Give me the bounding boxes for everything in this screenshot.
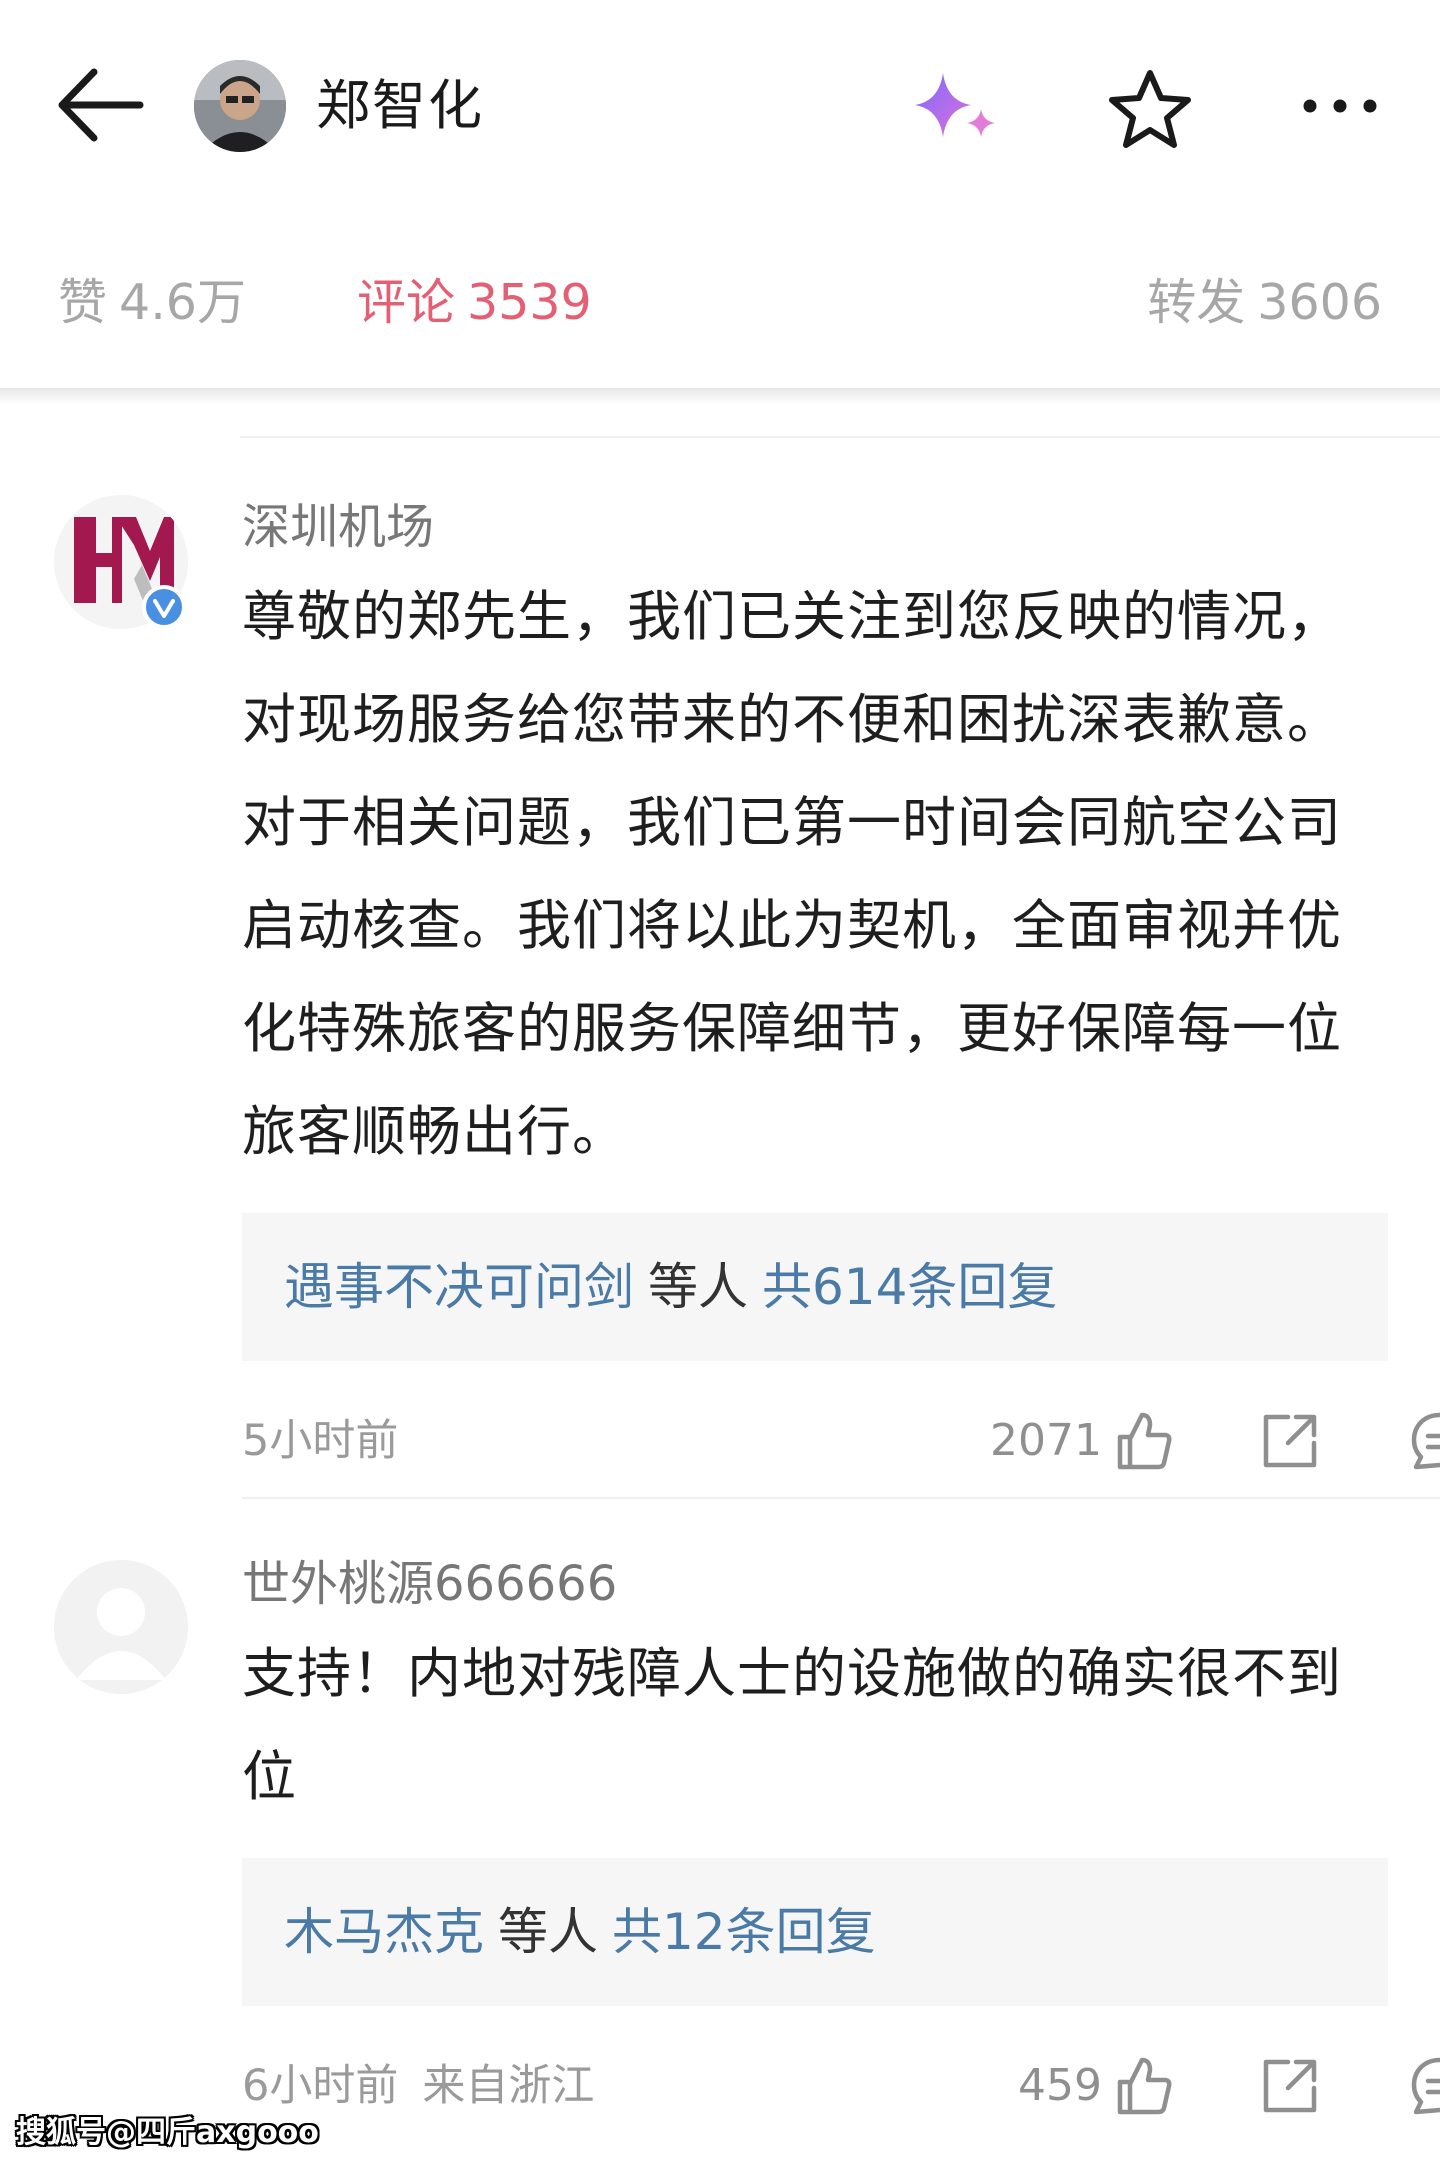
comment-time: 5小时前: [242, 1401, 398, 1481]
like-count: 2071: [990, 1415, 1102, 1466]
thumbs-up-icon[interactable]: [1112, 2054, 1176, 2118]
reply-mid: 等人: [498, 1903, 598, 1961]
share-icon[interactable]: [1258, 2054, 1322, 2118]
like-count: 459: [1018, 2060, 1102, 2111]
reposts-label: 转发: [1147, 274, 1246, 331]
comments-label: 评论: [357, 274, 456, 331]
comment-icon[interactable]: [1408, 2054, 1440, 2118]
tabs-divider: [0, 388, 1440, 404]
comment-author[interactable]: 深圳机场: [242, 495, 1392, 559]
likes-count: 4.6万: [119, 274, 246, 331]
tab-comments[interactable]: 评论 3539: [357, 255, 592, 350]
more-icon[interactable]: [1300, 70, 1380, 150]
comments-count: 3539: [467, 274, 592, 331]
stats-tabs: 赞 4.6万 评论 3539 转发 3606: [0, 255, 1440, 350]
likes-label: 赞: [58, 274, 108, 331]
comment-text: 尊敬的郑先生，我们已关注到您反映的情况，对现场服务给您带来的不便和困扰深表歉意。…: [242, 585, 1342, 1163]
reposts-count: 3606: [1257, 274, 1382, 331]
comment-icon[interactable]: [1408, 1409, 1440, 1473]
thumbs-up-icon[interactable]: [1112, 1409, 1176, 1473]
comment-body: 世外桃源666666 支持！内地对残障人士的设施做的确实很不到位 木马杰克 等人共…: [242, 1552, 1440, 2126]
comment-location: 来自浙江: [422, 2061, 595, 2111]
watermark: 搜狐号@四斤axgooo: [16, 2115, 319, 2150]
page-title: 郑智化: [316, 74, 484, 137]
divider: [240, 436, 1440, 438]
share-icon[interactable]: [1258, 1409, 1322, 1473]
reply-count[interactable]: 共12条回复: [612, 1903, 876, 1961]
back-arrow-icon[interactable]: [52, 60, 152, 150]
avatar[interactable]: [194, 60, 286, 152]
time-text: 6小时前: [242, 2061, 399, 2111]
tab-reposts[interactable]: 转发 3606: [1147, 255, 1382, 350]
avatar[interactable]: [54, 1560, 188, 1694]
reply-user[interactable]: 木马杰克: [284, 1903, 484, 1961]
comment-text: 支持！内地对残障人士的设施做的确实很不到位: [242, 1642, 1342, 1808]
divider: [242, 1497, 1440, 1499]
ai-sparkle-icon[interactable]: [905, 65, 1005, 155]
tab-likes[interactable]: 赞 4.6万: [58, 255, 246, 350]
replies-preview[interactable]: 遇事不决可问剑 等人 共614条回复: [242, 1213, 1388, 1361]
comment-footer: 5小时前 2071: [242, 1401, 1440, 1481]
top-bar: 郑智化: [0, 0, 1440, 215]
comment-body: 深圳机场 尊敬的郑先生，我们已关注到您反映的情况，对现场服务给您带来的不便和困扰…: [242, 495, 1440, 1481]
reply-user[interactable]: 遇事不决可问剑: [284, 1258, 634, 1316]
reply-mid: 等人: [648, 1258, 748, 1316]
verified-badge-icon: [142, 585, 186, 629]
reply-count[interactable]: 共614条回复: [762, 1258, 1057, 1316]
comment-author[interactable]: 世外桃源666666: [242, 1552, 1392, 1616]
star-icon[interactable]: [1105, 65, 1195, 155]
replies-preview[interactable]: 木马杰克 等人 共12条回复: [242, 1858, 1388, 2006]
time-text: 5小时前: [242, 1416, 399, 1466]
comment-footer: 6小时前 来自浙江 459: [242, 2046, 1440, 2126]
